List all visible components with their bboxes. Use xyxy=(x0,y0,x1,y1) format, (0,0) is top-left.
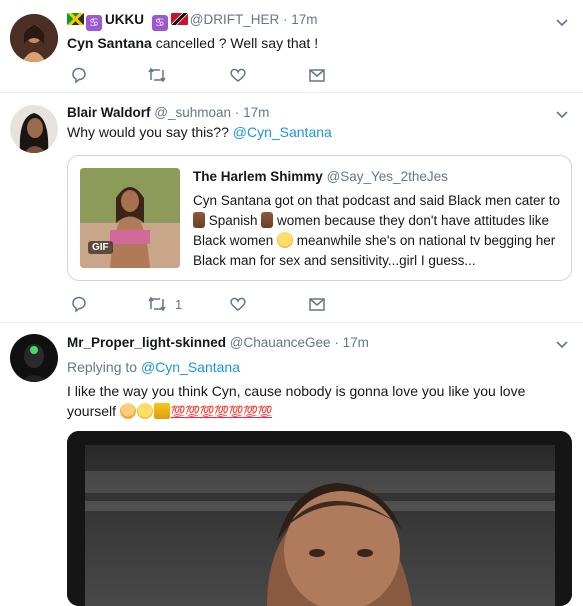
tweet-text-content: cancelled ? Well say that ! xyxy=(151,35,319,51)
quoted-text-part: Spanish xyxy=(205,213,262,228)
like-button[interactable] xyxy=(229,66,247,84)
dm-button[interactable] xyxy=(308,66,326,84)
victory-hand-emoji-icon xyxy=(261,212,274,228)
jamaica-flag-icon xyxy=(67,13,84,25)
avatar[interactable] xyxy=(10,105,58,153)
tweet-text-line: I like the way you think Cyn, cause nobo… xyxy=(67,383,526,399)
quoted-tweet-text: Cyn Santana got on that podcast and said… xyxy=(193,191,563,271)
kissing-face-emoji-icon xyxy=(136,403,153,419)
cancer-sign-icon: ♋ xyxy=(86,15,102,31)
tweet-1[interactable]: ♋ UKKU ♋ @DRIFT_HER · 17m Cyn Santana canc… xyxy=(0,0,583,93)
avatar[interactable] xyxy=(10,14,58,62)
retweet-button[interactable]: 1 xyxy=(147,295,182,313)
tweet-header: Blair Waldorf @_suhmoan · 17m xyxy=(67,105,269,120)
caret-down-icon[interactable] xyxy=(555,110,569,120)
caret-down-icon[interactable] xyxy=(555,340,569,350)
tweet-actions: 1 xyxy=(67,295,367,315)
caret-down-icon[interactable] xyxy=(555,18,569,28)
dm-icon xyxy=(309,69,325,82)
dm-icon xyxy=(309,298,325,311)
quoted-handle: @Say_Yes_2theJes xyxy=(326,169,448,184)
replying-to: Replying to @Cyn_Santana xyxy=(67,358,557,377)
mentioned-name: Cyn Santana xyxy=(67,35,152,51)
display-name[interactable]: Blair Waldorf xyxy=(67,105,151,120)
retweet-icon xyxy=(148,67,166,83)
reply-icon xyxy=(72,67,86,84)
timestamp[interactable]: 17m xyxy=(343,335,369,350)
tweet-media-video[interactable] xyxy=(67,431,572,606)
tweet-text: I like the way you think Cyn, cause nobo… xyxy=(67,381,557,422)
dm-button[interactable] xyxy=(308,295,326,313)
person-emoji-icon xyxy=(119,403,136,419)
quoted-tweet-header: The Harlem Shimmy @Say_Yes_2theJes xyxy=(193,169,448,184)
quoted-display-name: The Harlem Shimmy xyxy=(193,169,323,184)
video-frame-image xyxy=(67,431,572,606)
victory-hand-emoji-icon xyxy=(193,212,205,228)
tweet-actions xyxy=(67,66,367,86)
quoted-tweet[interactable]: GIF The Harlem Shimmy @Say_Yes_2theJes C… xyxy=(67,155,572,281)
reply-button[interactable] xyxy=(70,66,88,84)
tweet-3[interactable]: Mr_Proper_light-skinned @ChauanceGee · 1… xyxy=(0,323,583,606)
tweet-text: Why would you say this?? @Cyn_Santana xyxy=(67,123,557,142)
tweet-text-content: Why would you say this?? xyxy=(67,124,233,140)
replying-label: Replying to xyxy=(67,359,141,375)
crown-emoji-icon xyxy=(153,403,170,419)
handle[interactable]: @DRIFT_HER xyxy=(190,12,279,27)
reply-icon xyxy=(72,296,86,313)
tweet-text: Cyn Santana cancelled ? Well say that ! xyxy=(67,34,557,53)
display-name[interactable]: Mr_Proper_light-skinned xyxy=(67,335,226,350)
avatar[interactable] xyxy=(10,334,58,382)
timestamp[interactable]: 17m xyxy=(291,12,317,27)
tweet-header: ♋ UKKU ♋ @DRIFT_HER · 17m xyxy=(67,12,318,31)
like-icon xyxy=(230,297,246,311)
retweet-icon xyxy=(148,296,166,312)
quoted-gif-thumbnail[interactable]: GIF xyxy=(80,168,180,268)
trinidad-flag-icon xyxy=(170,13,188,25)
avatar-photo xyxy=(10,105,58,153)
tweet-2[interactable]: Blair Waldorf @_suhmoan · 17m Why would … xyxy=(0,93,583,323)
mention-link[interactable]: @Cyn_Santana xyxy=(233,124,332,140)
like-icon xyxy=(230,68,246,82)
separator-dot: · xyxy=(283,12,288,27)
like-button[interactable] xyxy=(229,295,247,313)
display-name[interactable]: UKKU xyxy=(105,12,144,27)
quoted-text-part: Cyn Santana got on that podcast and said… xyxy=(193,193,560,208)
replying-to-link[interactable]: @Cyn_Santana xyxy=(141,359,240,375)
worried-face-emoji-icon xyxy=(277,232,294,248)
cancer-sign-icon: ♋ xyxy=(151,15,168,31)
avatar-photo xyxy=(10,334,58,382)
handle[interactable]: @ChauanceGee xyxy=(230,335,331,350)
tweet-text-content: yourself xyxy=(67,403,120,419)
separator-dot: · xyxy=(334,335,339,350)
tweet-text-line-2: yourself 💯💯💯💯💯💯💯 xyxy=(67,401,557,422)
tweet-header: Mr_Proper_light-skinned @ChauanceGee · 1… xyxy=(67,335,369,350)
handle[interactable]: @_suhmoan xyxy=(154,105,231,120)
reply-button[interactable] xyxy=(70,295,88,313)
separator-dot: · xyxy=(234,105,240,120)
timestamp[interactable]: 17m xyxy=(243,105,269,120)
retweet-button[interactable] xyxy=(147,66,175,84)
hundred-points-emojis: 💯💯💯💯💯💯💯 xyxy=(170,405,273,419)
avatar-photo xyxy=(10,14,58,62)
retweet-count: 1 xyxy=(175,296,183,312)
gif-badge: GIF xyxy=(88,241,113,254)
